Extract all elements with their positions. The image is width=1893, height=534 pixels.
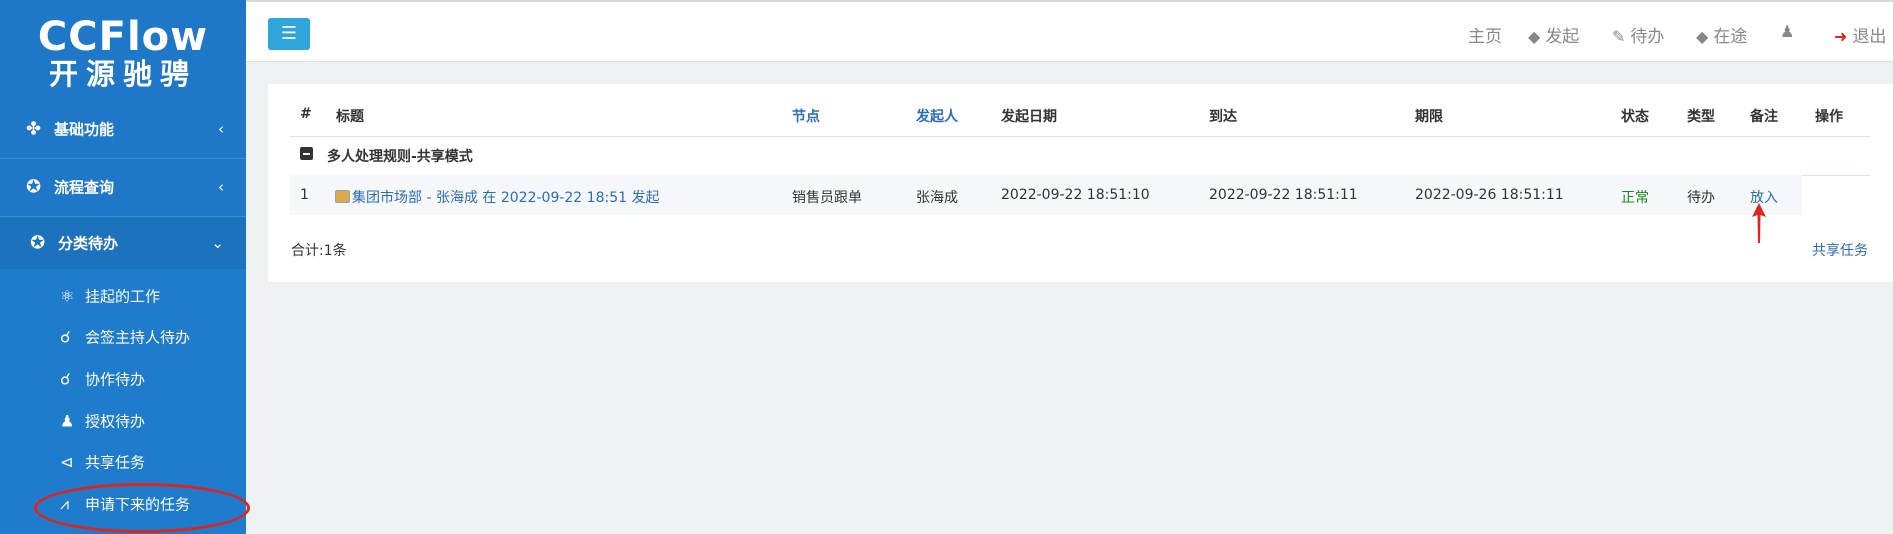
title-link[interactable]: 集团市场部 - 张海成 在 2022-09-22 18:51 发起 [352, 190, 659, 206]
submenu-item-collaboration[interactable]: ☌ 协作待办 [0, 358, 246, 399]
nav-todo[interactable]: ✎ 待办 [1612, 22, 1664, 47]
edit-icon: ✎ [1612, 27, 1626, 46]
nav-label: 主页 [1468, 27, 1502, 47]
submenu-item-shared-tasks[interactable]: ⊲ 共享任务 [0, 441, 246, 482]
submenu-label: 协作待办 [85, 370, 146, 388]
col-header-node[interactable]: 节点 [792, 106, 820, 126]
submenu-label: 挂起的工作 [85, 287, 161, 305]
menu-label: 流程查询 [54, 178, 115, 197]
chevron-left-icon: ‹ [218, 120, 224, 138]
nav-label: 待办 [1630, 27, 1665, 47]
topbar: ☰ 主页 ◆ 发起 ✎ 待办 ◆ 在途 ♟ ➜ 退出 [246, 0, 1893, 62]
annotation-arrow [1752, 203, 1766, 243]
cell-title[interactable]: 集团市场部 - 张海成 在 2022-09-22 18:51 发起 [335, 187, 659, 207]
menu-label: 基础功能 [54, 120, 115, 139]
col-header-start-date: 发起日期 [1001, 109, 1057, 125]
nav-logout[interactable]: ➜ 退出 [1834, 22, 1886, 47]
submenu-item-countersign-host[interactable]: ☌ 会签主持人待办 [0, 316, 246, 357]
sidebar: CCFlow 开源驰骋 ✤ 基础功能 ‹ ✪ 流程查询 ‹ ✪ 分类待办 ⌄ ⚛… [0, 0, 246, 534]
col-header-num: # [300, 106, 312, 122]
col-header-starter[interactable]: 发起人 [916, 106, 958, 126]
cell-arrive: 2022-09-22 18:51:11 [1209, 187, 1358, 203]
group-row[interactable]: 多人处理规则-共享模式 [290, 137, 1870, 175]
mail-icon [335, 190, 350, 203]
nav-home[interactable]: 主页 [1468, 22, 1502, 47]
nav-label: 发起 [1545, 27, 1580, 47]
nav-in-transit[interactable]: ◆ 在途 [1696, 22, 1747, 47]
chevron-down-icon: ⌄ [211, 234, 224, 252]
menu-item-category-todo[interactable]: ✪ 分类待办 ⌄ [0, 217, 246, 269]
col-header-deadline: 期限 [1415, 109, 1443, 125]
atom-icon: ⚛ [60, 286, 75, 305]
nav-user[interactable]: ♟ [1780, 22, 1799, 42]
handshake-icon: ☌ [60, 369, 71, 388]
cell-start-date: 2022-09-22 18:51:10 [1001, 187, 1150, 203]
globe-icon: ✪ [26, 176, 42, 198]
tag-icon: ◆ [1696, 27, 1709, 46]
menu-item-basic-functions[interactable]: ✤ 基础功能 ‹ [0, 101, 246, 157]
total-count: 合计:1条 [291, 243, 347, 259]
submenu-item-authorized[interactable]: ♟ 授权待办 [0, 400, 246, 441]
cell-type: 待办 [1687, 190, 1715, 206]
cell-node: 销售员跟单 [792, 190, 862, 206]
chevron-left-icon: ‹ [218, 178, 224, 196]
tag-icon: ◆ [1528, 27, 1541, 46]
col-header-status: 状态 [1621, 109, 1649, 125]
menu-label: 分类待办 [58, 234, 119, 253]
nav-start[interactable]: ◆ 发起 [1528, 22, 1579, 47]
submenu-label: 共享任务 [85, 453, 146, 471]
cell-status: 正常 [1621, 190, 1649, 206]
share-icon: ⊲ [60, 452, 74, 471]
menu-toggle-button[interactable]: ☰ [268, 18, 310, 50]
submenu-label: 授权待办 [85, 412, 146, 430]
logout-icon: ➜ [1834, 27, 1848, 46]
logo: CCFlow 开源驰骋 [0, 0, 246, 98]
menu-item-flow-query[interactable]: ✪ 流程查询 ‹ [0, 159, 246, 215]
col-header-title: 标题 [336, 109, 364, 125]
nav-label: 在途 [1713, 27, 1748, 47]
col-header-arrive: 到达 [1209, 109, 1237, 125]
cubes-icon: ✤ [26, 118, 42, 140]
cell-starter: 张海成 [916, 190, 958, 206]
logo-title: CCFlow [37, 14, 209, 60]
share-tasks-link[interactable]: 共享任务 [1812, 240, 1868, 260]
user-icon: ♟ [1780, 22, 1795, 41]
globe-icon: ✪ [30, 232, 46, 254]
hamburger-icon: ☰ [280, 23, 298, 44]
logo-subtitle: 开源驰骋 [48, 57, 197, 91]
col-header-action: 操作 [1815, 109, 1843, 125]
collapse-icon[interactable] [300, 147, 313, 160]
col-header-remark: 备注 [1750, 109, 1778, 125]
annotation-circle [34, 483, 250, 533]
cell-num: 1 [300, 187, 309, 203]
cell-deadline: 2022-09-26 18:51:11 [1415, 187, 1564, 203]
submenu-label: 会签主持人待办 [85, 328, 191, 346]
nav-label: 退出 [1852, 27, 1887, 47]
submenu-item-suspended[interactable]: ⚛ 挂起的工作 [0, 275, 246, 316]
handshake-icon: ☌ [60, 327, 71, 346]
group-label: 多人处理规则-共享模式 [327, 149, 473, 165]
col-header-type: 类型 [1687, 109, 1715, 125]
user-icon: ♟ [60, 411, 75, 430]
